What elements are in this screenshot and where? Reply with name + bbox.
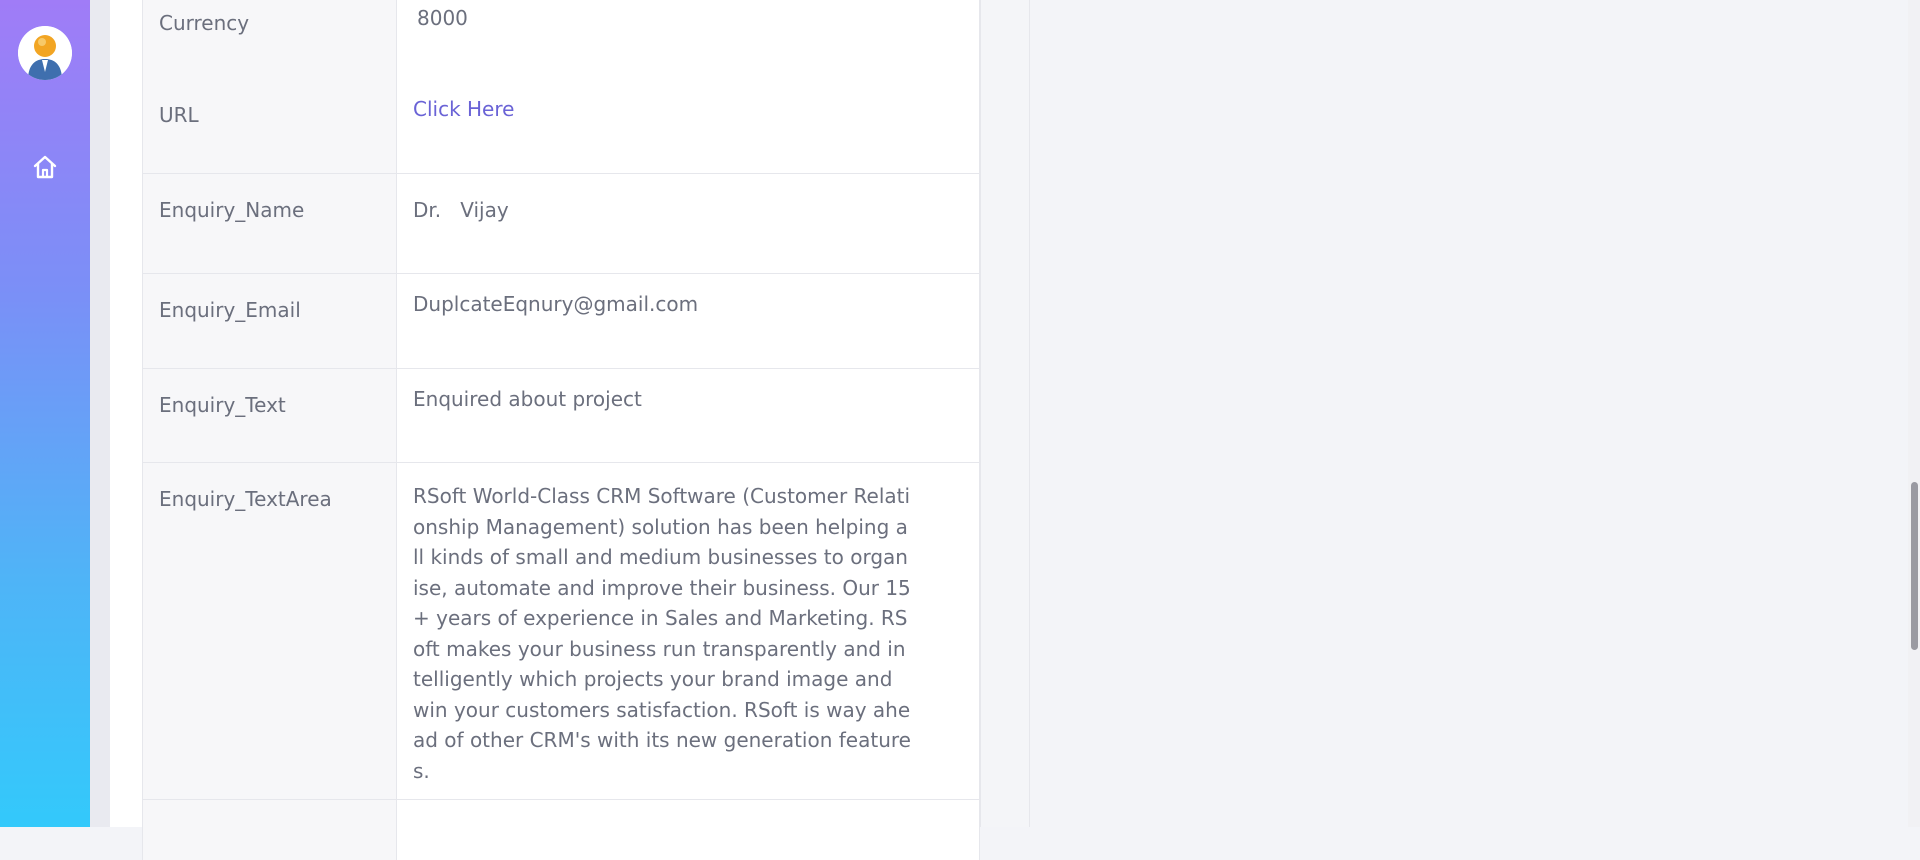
table-row-enquiry-name: Enquiry_Name Dr. Vijay [142,174,980,274]
label-cell: Enquiry_TextArea [142,463,397,799]
enquiry-email-value: DuplcateEqnury@gmail.com [413,292,699,316]
enquiry-textarea-value: RSoft World-Class CRM Software (Customer… [413,484,911,783]
home-icon[interactable] [31,153,59,181]
table-row-url: URL Click Here [142,79,980,174]
row-label: Enquiry_TextArea [159,487,332,511]
table-row-currency: Currency 8000 [142,0,980,80]
table-side-strip [980,0,1030,827]
value-cell: Dr. Vijay [397,174,980,273]
page-scrollbar-track[interactable] [1908,0,1920,827]
page-scrollbar-thumb[interactable] [1911,482,1918,650]
row-label: Enquiry_Email [159,298,301,322]
table-row-enquiry-email: Enquiry_Email DuplcateEqnury@gmail.com [142,274,980,369]
url-link[interactable]: Click Here [413,97,514,121]
value-cell: DuplcateEqnury@gmail.com [397,274,980,368]
avatar-icon [18,26,72,80]
label-cell [142,800,397,860]
row-label: Enquiry_Name [159,198,305,222]
value-cell: Enquired about project [397,369,980,462]
label-cell: Enquiry_Text [142,369,397,462]
value-cell: Click Here [397,79,980,173]
value-cell: RSoft World-Class CRM Software (Customer… [397,463,980,799]
value-cell [397,800,980,860]
row-label: Currency [159,11,250,35]
currency-value: 8000 [417,6,468,30]
label-cell: Currency [142,0,397,79]
row-label: URL [159,103,199,127]
label-cell: URL [142,79,397,173]
label-cell: Enquiry_Name [142,174,397,273]
table-row-enquiry-text: Enquiry_Text Enquired about project [142,369,980,463]
enquiry-text-value: Enquired about project [413,387,642,411]
enquiry-name-value: Dr. Vijay [413,198,509,222]
label-cell: Enquiry_Email [142,274,397,368]
content-frame-edge [90,0,110,827]
value-cell: 8000 [397,0,980,79]
user-avatar[interactable] [18,26,72,80]
table-row-enquiry-textarea: Enquiry_TextArea RSoft World-Class CRM S… [142,463,980,800]
sidebar [0,0,90,827]
row-label: Enquiry_Text [159,393,286,417]
table-row-next [142,800,980,860]
